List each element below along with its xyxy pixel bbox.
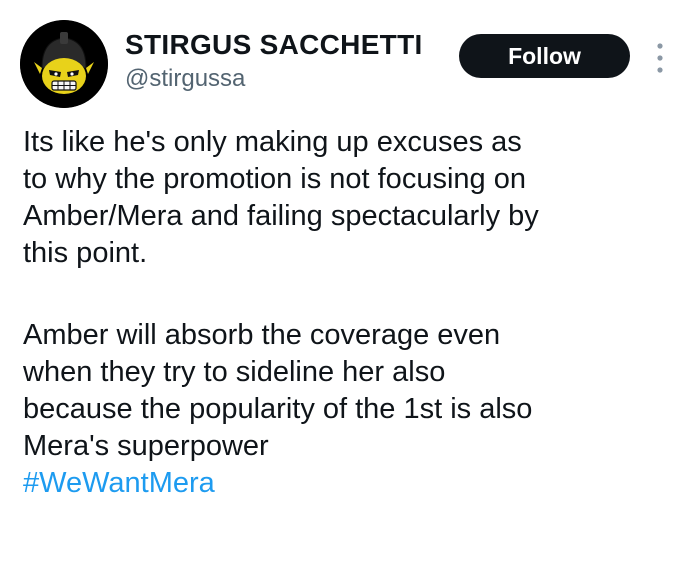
- author-handle[interactable]: @stirgussa: [125, 65, 245, 93]
- tweet-paragraph-1-line: Its like he's only making up excuses as: [23, 126, 522, 158]
- tweet-paragraph-2-line: when they try to sideline her also: [23, 356, 446, 388]
- hashtag-link[interactable]: #WeWantMera: [23, 467, 215, 499]
- author-display-name[interactable]: STIRGUS SACCHETTI: [125, 29, 423, 61]
- skull-helmet-avatar-icon: [20, 20, 108, 108]
- tweet-paragraph-1-line: this point.: [23, 237, 148, 269]
- tweet-paragraph-1-line: Amber/Mera and failing spectacularly by: [23, 200, 539, 232]
- tweet-paragraph-1-line: to why the promotion is not focusing on: [23, 163, 526, 195]
- avatar[interactable]: [20, 20, 108, 108]
- tweet-paragraph-2-line: Mera's superpower: [23, 430, 269, 462]
- tweet-paragraph-2-line: Amber will absorb the coverage even: [23, 319, 501, 351]
- tweet-card: STIRGUS SACCHETTI @stirgussa Follow Its …: [0, 0, 700, 578]
- tweet-paragraph-2-line: because the popularity of the 1st is als…: [23, 393, 533, 425]
- more-dots-vertical-icon[interactable]: [650, 40, 670, 76]
- tweet-body: Its like he's only making up excuses as …: [23, 124, 673, 502]
- follow-button[interactable]: Follow: [459, 34, 630, 78]
